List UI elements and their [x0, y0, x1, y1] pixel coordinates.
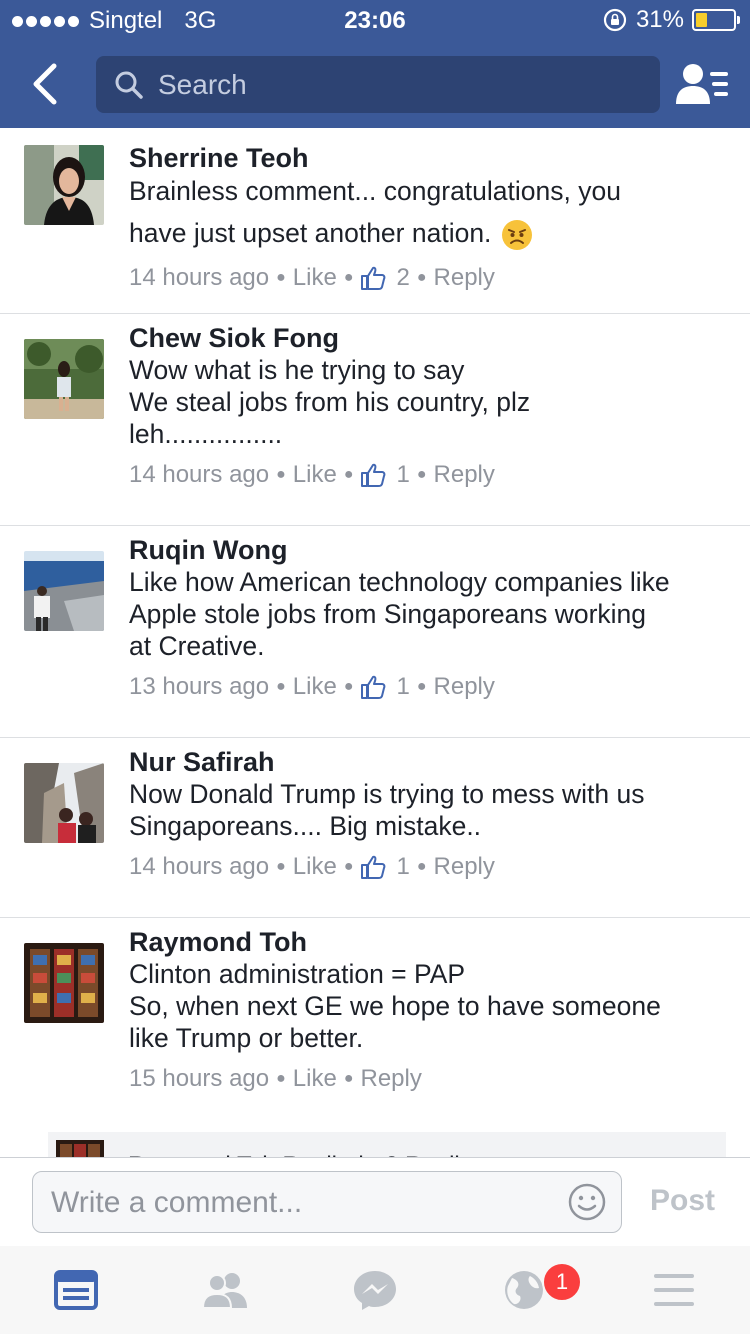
commenter-name[interactable]: Ruqin Wong: [129, 534, 726, 566]
avatar[interactable]: [24, 339, 104, 419]
like-button[interactable]: Like: [293, 262, 337, 294]
back-chevron-icon[interactable]: [26, 62, 66, 106]
friend-requests-icon[interactable]: [201, 1268, 249, 1312]
comment-item: Ruqin Wong Like how American technology …: [0, 526, 750, 738]
angry-face-icon: [502, 220, 533, 250]
comment-line: Apple stole jobs from Singaporeans worki…: [129, 599, 647, 629]
comment-item: Nur Safirah Now Donald Trump is trying t…: [0, 738, 750, 918]
comment-text: Brainless comment... congratulations, yo…: [129, 175, 726, 251]
reply-button[interactable]: Reply: [434, 671, 495, 703]
like-count[interactable]: 1: [396, 459, 409, 491]
sticker-smiley-icon[interactable]: [567, 1182, 607, 1222]
reply-button[interactable]: Reply: [360, 1063, 421, 1095]
reply-preview[interactable]: Raymond Toh Replied · 2 Replies: [48, 1132, 726, 1160]
comment-line: Singaporeans.... Big mistake..: [129, 811, 482, 841]
comment-text: Like how American technology companies l…: [129, 566, 726, 662]
comment-meta: 13 hours ago ● Like ● 1 ● Reply: [129, 671, 726, 703]
news-feed-icon[interactable]: [52, 1268, 100, 1312]
comment-composer: Post: [0, 1157, 750, 1247]
comment-text: Now Donald Trump is trying to mess with …: [129, 778, 726, 842]
like-button[interactable]: Like: [293, 1063, 337, 1095]
comment-meta: 15 hours ago ● Like ● Reply: [129, 1063, 726, 1095]
comment-line: We steal jobs from his country, plz: [129, 387, 531, 417]
battery-icon: [692, 9, 740, 31]
like-thumb-icon: [361, 266, 386, 290]
timestamp: 14 hours ago: [129, 264, 270, 291]
notifications-globe-icon[interactable]: [500, 1268, 548, 1312]
rotation-lock-icon: [603, 8, 627, 32]
like-count[interactable]: 1: [396, 851, 409, 883]
commenter-name[interactable]: Raymond Toh: [129, 926, 726, 958]
commenter-name[interactable]: Chew Siok Fong: [129, 322, 726, 354]
avatar[interactable]: [24, 145, 104, 225]
post-button[interactable]: Post: [650, 1184, 715, 1218]
status-bar: Singtel 3G 23:06 31%: [0, 0, 750, 40]
comment-line: Brainless comment... congratulations, yo…: [129, 176, 621, 206]
comment-text: Wow what is he trying to say We steal jo…: [129, 354, 726, 450]
comment-item: Sherrine Teoh Brainless comment... congr…: [0, 128, 750, 314]
comment-line: Like how American technology companies l…: [129, 567, 670, 597]
menu-icon[interactable]: [650, 1268, 698, 1312]
avatar[interactable]: [24, 551, 104, 631]
avatar[interactable]: [24, 763, 104, 843]
nav-bar: [0, 40, 750, 128]
timestamp: 13 hours ago: [129, 673, 270, 700]
messenger-icon[interactable]: [351, 1268, 399, 1312]
comment-list: Sherrine Teoh Brainless comment... congr…: [0, 128, 750, 1158]
friend-list-icon[interactable]: [676, 62, 730, 108]
comment-input-box[interactable]: [32, 1171, 622, 1233]
avatar[interactable]: [24, 943, 104, 1023]
battery-percent: 31%: [635, 6, 684, 33]
search-input[interactable]: [156, 67, 640, 102]
timestamp: 14 hours ago: [129, 461, 270, 488]
timestamp: 14 hours ago: [129, 853, 270, 880]
like-count[interactable]: 1: [396, 671, 409, 703]
comment-meta: 14 hours ago ● Like ● 1 ● Reply: [129, 459, 726, 491]
like-thumb-icon: [361, 855, 386, 879]
like-button[interactable]: Like: [293, 459, 337, 491]
comment-item: Chew Siok Fong Wow what is he trying to …: [0, 314, 750, 526]
comment-line: Now Donald Trump is trying to mess with …: [129, 779, 645, 809]
comment-line: at Creative.: [129, 631, 265, 661]
commenter-name[interactable]: Sherrine Teoh: [129, 142, 726, 174]
comment-line: So, when next GE we hope to have someone: [129, 991, 661, 1021]
like-thumb-icon: [361, 675, 386, 699]
tab-bar: 1: [0, 1246, 750, 1334]
notification-badge: 1: [542, 1262, 582, 1302]
comment-line: like Trump or better.: [129, 1023, 364, 1053]
comment-line: have just upset another nation.: [129, 217, 726, 251]
reply-button[interactable]: Reply: [434, 851, 495, 883]
comment-input[interactable]: [49, 1182, 553, 1224]
reply-button[interactable]: Reply: [434, 262, 495, 294]
comment-line: leh................: [129, 419, 283, 449]
comment-line: Clinton administration = PAP: [129, 959, 466, 989]
like-count[interactable]: 2: [396, 262, 409, 294]
comment-text: Clinton administration = PAP So, when ne…: [129, 958, 726, 1054]
comment-meta: 14 hours ago ● Like ● 2 ● Reply: [129, 262, 726, 294]
app-header: Singtel 3G 23:06 31%: [0, 0, 750, 128]
like-button[interactable]: Like: [293, 671, 337, 703]
search-bar[interactable]: [96, 56, 660, 113]
commenter-name[interactable]: Nur Safirah: [129, 746, 726, 778]
reply-button[interactable]: Reply: [434, 459, 495, 491]
like-thumb-icon: [361, 463, 386, 487]
comment-line: Wow what is he trying to say: [129, 355, 465, 385]
like-button[interactable]: Like: [293, 851, 337, 883]
comment-meta: 14 hours ago ● Like ● 1 ● Reply: [129, 851, 726, 883]
search-icon: [115, 71, 143, 99]
comment-item: Raymond Toh Clinton administration = PAP…: [0, 918, 750, 1158]
timestamp: 15 hours ago: [129, 1065, 270, 1092]
